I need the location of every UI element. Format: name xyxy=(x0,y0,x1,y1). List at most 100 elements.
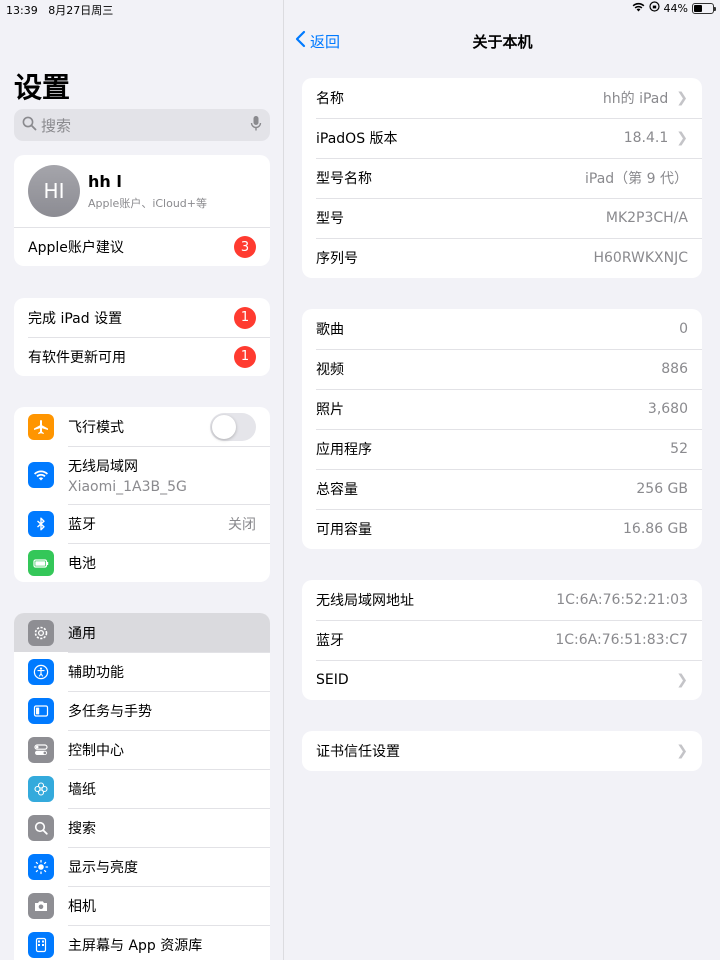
brightness-icon xyxy=(28,853,54,880)
camera-label: 相机 xyxy=(68,898,96,915)
apps-row: 应用程序 52 xyxy=(302,429,702,469)
connectivity-card: 飞行模式 无线局域网 Xiaomi_1A3B_5G 蓝牙 关闭 电池 xyxy=(14,407,270,582)
finish-setup-label: 完成 iPad 设置 xyxy=(28,310,123,327)
capacity-label: 总容量 xyxy=(316,482,358,498)
sidebar-item-wifi[interactable]: 无线局域网 Xiaomi_1A3B_5G xyxy=(14,446,270,504)
serial-number-row[interactable]: 序列号 H60RWKXNJC xyxy=(302,238,702,278)
photos-label: 照片 xyxy=(316,402,344,418)
control-center-icon xyxy=(28,736,54,763)
software-update-label: 有软件更新可用 xyxy=(28,349,126,366)
sidebar-item-battery[interactable]: 电池 xyxy=(14,543,270,582)
ipados-version-row[interactable]: iPadOS 版本 18.4.1 ❯ xyxy=(302,118,702,158)
ipados-version-value: 18.4.1 xyxy=(623,130,669,146)
battery-label: 电池 xyxy=(68,555,96,572)
search-label: 搜索 xyxy=(68,820,96,837)
videos-row: 视频 886 xyxy=(302,349,702,389)
wifi-status-icon xyxy=(632,2,645,15)
sidebar-item-camera[interactable]: 相机 xyxy=(14,886,270,925)
account-suggestion-badge: 3 xyxy=(234,236,256,258)
orientation-lock-icon xyxy=(648,1,660,15)
chevron-right-icon: ❯ xyxy=(676,130,688,146)
status-bar: 13:39 8月27日周三 44% xyxy=(0,0,720,20)
available-row: 可用容量 16.86 GB xyxy=(302,509,702,549)
profile-subtitle: Apple账户、iCloud+等 xyxy=(88,196,208,210)
wifi-icon xyxy=(28,462,54,488)
seid-label: SEID xyxy=(316,672,349,688)
finish-setup-row[interactable]: 完成 iPad 设置 1 xyxy=(14,298,270,337)
serial-number-value: H60RWKXNJC xyxy=(593,250,689,266)
certificate-trust-row[interactable]: 证书信任设置 ❯ xyxy=(302,731,702,771)
sidebar-item-wallpaper[interactable]: 墙纸 xyxy=(14,769,270,808)
airplane-icon xyxy=(28,413,54,440)
search-placeholder: 搜索 xyxy=(41,116,72,135)
media-storage-card: 歌曲 0 视频 886 照片 3,680 应用程序 52 总容量 256 GB … xyxy=(302,309,702,549)
ipados-version-label: iPadOS 版本 xyxy=(316,131,398,147)
wifi-label: 无线局域网 xyxy=(68,458,138,475)
battery-setting-icon xyxy=(28,549,54,576)
accessibility-label: 辅助功能 xyxy=(68,664,124,681)
bluetooth-address-row[interactable]: 蓝牙 1C:6A:76:51:83:C7 xyxy=(302,620,702,660)
chevron-right-icon: ❯ xyxy=(676,743,688,759)
name-row[interactable]: 名称 hh的 iPad ❯ xyxy=(302,78,702,118)
model-number-value: MK2P3CH/A xyxy=(605,210,688,226)
bluetooth-status: 关闭 xyxy=(228,516,256,533)
search-input[interactable]: 搜索 xyxy=(14,109,270,141)
sidebar-item-bluetooth[interactable]: 蓝牙 关闭 xyxy=(14,504,270,543)
account-suggestion-label: Apple账户建议 xyxy=(28,240,124,256)
songs-value: 0 xyxy=(679,321,688,337)
sidebar-item-control-center[interactable]: 控制中心 xyxy=(14,730,270,769)
model-name-row: 型号名称 iPad（第 9 代） xyxy=(302,158,702,198)
certificate-card: 证书信任设置 ❯ xyxy=(302,731,702,771)
videos-value: 886 xyxy=(661,361,688,377)
sidebar-item-display-brightness[interactable]: 显示与亮度 xyxy=(14,847,270,886)
sidebar-title: 设置 xyxy=(14,71,71,104)
photos-row: 照片 3,680 xyxy=(302,389,702,429)
seid-row[interactable]: SEID ❯ xyxy=(302,660,702,700)
wifi-address-label: 无线局域网地址 xyxy=(316,593,414,609)
sidebar-item-accessibility[interactable]: 辅助功能 xyxy=(14,652,270,691)
available-value: 16.86 GB xyxy=(623,521,688,537)
chevron-right-icon: ❯ xyxy=(676,672,688,688)
capacity-row: 总容量 256 GB xyxy=(302,469,702,509)
name-value: hh的 iPad xyxy=(602,91,669,107)
model-number-row[interactable]: 型号 MK2P3CH/A xyxy=(302,198,702,238)
multitasking-label: 多任务与手势 xyxy=(68,703,152,720)
software-update-row[interactable]: 有软件更新可用 1 xyxy=(14,337,270,376)
avatar: HI xyxy=(28,165,80,217)
serial-number-label: 序列号 xyxy=(316,251,358,267)
sidebar-item-multitasking[interactable]: 多任务与手势 xyxy=(14,691,270,730)
battery-icon xyxy=(692,2,716,14)
photos-value: 3,680 xyxy=(647,401,688,417)
sidebar-item-airplane-mode: 飞行模式 xyxy=(14,407,270,446)
bluetooth-icon xyxy=(28,510,54,537)
sidebar-item-search[interactable]: 搜索 xyxy=(14,808,270,847)
nav-bar: 返回 关于本机 xyxy=(285,20,720,60)
display-brightness-label: 显示与亮度 xyxy=(68,859,138,876)
account-suggestion-row[interactable]: Apple账户建议 3 xyxy=(14,227,270,266)
profile-card: HI hh l Apple账户、iCloud+等 Apple账户建议 3 xyxy=(14,155,270,266)
detail-pane: 返回 关于本机 名称 hh的 iPad ❯ iPadOS 版本 18.4.1 ❯… xyxy=(285,0,720,960)
airplane-mode-toggle[interactable] xyxy=(210,412,256,441)
wallpaper-label: 墙纸 xyxy=(68,781,96,798)
name-label: 名称 xyxy=(316,91,344,107)
apps-value: 52 xyxy=(670,441,688,457)
sidebar-item-home-screen[interactable]: 主屏幕与 App 资源库 xyxy=(14,925,270,960)
status-right: 44% xyxy=(632,1,716,15)
home-screen-icon xyxy=(28,931,54,958)
control-center-label: 控制中心 xyxy=(68,742,124,759)
microphone-icon[interactable] xyxy=(250,115,262,136)
videos-label: 视频 xyxy=(316,362,344,378)
wifi-address-value: 1C:6A:76:52:21:03 xyxy=(556,592,688,608)
battery-percent: 44% xyxy=(663,1,688,15)
sidebar-item-general[interactable]: 通用 xyxy=(14,613,270,652)
device-info-card: 名称 hh的 iPad ❯ iPadOS 版本 18.4.1 ❯ 型号名称 iP… xyxy=(302,78,702,278)
available-label: 可用容量 xyxy=(316,522,372,538)
model-number-label: 型号 xyxy=(316,211,344,227)
sidebar: 设置 搜索 HI hh l Apple账户、iCloud+等 Apple账户建议… xyxy=(0,0,284,960)
gear-icon xyxy=(28,619,54,646)
search-icon xyxy=(22,116,37,135)
profile-name: hh l xyxy=(88,171,122,191)
wifi-address-row[interactable]: 无线局域网地址 1C:6A:76:52:21:03 xyxy=(302,580,702,620)
finish-setup-badge: 1 xyxy=(234,306,256,329)
apple-account-row[interactable]: HI hh l Apple账户、iCloud+等 xyxy=(14,155,270,227)
